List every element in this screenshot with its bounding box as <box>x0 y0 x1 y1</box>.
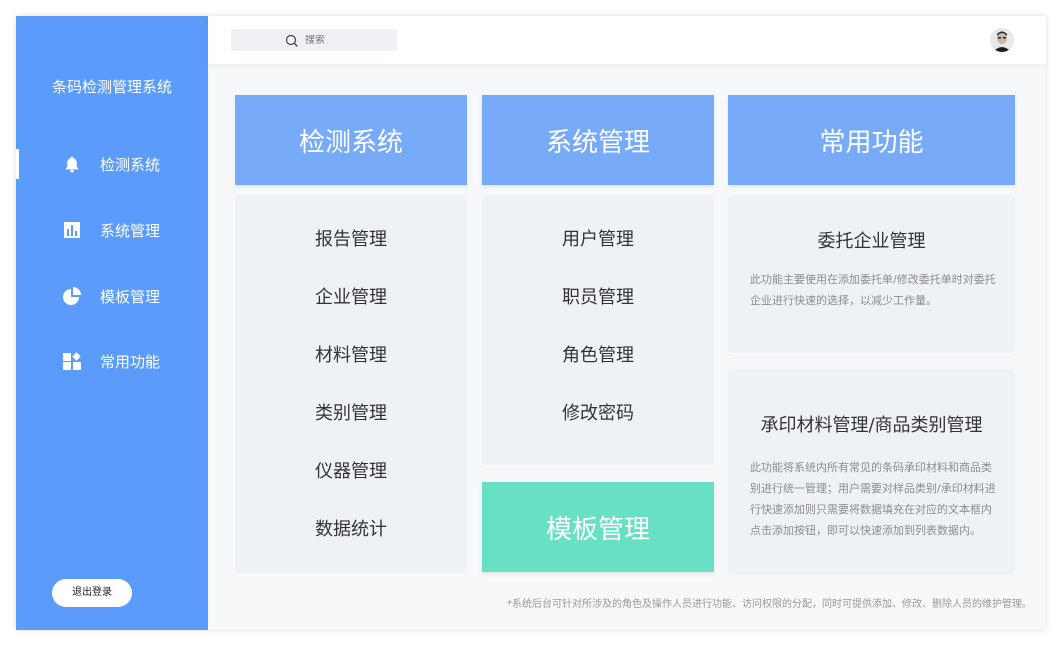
list-item-staff[interactable]: 职员管理 <box>482 283 714 309</box>
list-item-enterprise[interactable]: 企业管理 <box>235 283 467 309</box>
sidebar-item-detection[interactable]: 检测系统 <box>62 149 160 179</box>
entrusted-enterprise-card[interactable]: 委托企业管理 此功能主要使用在添加委托单/修改委托单时对委托企业进行快速的选择，… <box>728 195 1015 353</box>
list-item-users[interactable]: 用户管理 <box>482 225 714 251</box>
active-indicator <box>16 149 19 179</box>
template-management-card[interactable]: 模板管理 <box>482 482 714 572</box>
sidebar-item-label: 模板管理 <box>100 287 161 306</box>
list-item-statistics[interactable]: 数据统计 <box>235 515 467 541</box>
search-input[interactable] <box>305 34 385 46</box>
logout-button[interactable]: 退出登录 <box>52 579 132 607</box>
system-management-panel: 用户管理 职员管理 角色管理 修改密码 <box>482 195 714 465</box>
pie-chart-icon <box>62 286 82 306</box>
list-item-category[interactable]: 类别管理 <box>235 399 467 425</box>
sidebar-item-template[interactable]: 模板管理 <box>62 281 160 311</box>
card-description: 此功能主要使用在添加委托单/修改委托单时对委托企业进行快速的选择，以减少工作量。 <box>750 273 996 307</box>
list-item-change-password[interactable]: 修改密码 <box>482 399 714 425</box>
sidebar-item-label: 系统管理 <box>100 221 161 240</box>
list-item-roles[interactable]: 角色管理 <box>482 341 714 367</box>
list-item-material[interactable]: 材料管理 <box>235 341 467 367</box>
sidebar-item-system[interactable]: 系统管理 <box>62 215 160 245</box>
search-box[interactable] <box>231 29 397 51</box>
sidebar-item-label: 检测系统 <box>100 155 161 174</box>
detection-system-panel: 报告管理 企业管理 材料管理 类别管理 仪器管理 数据统计 <box>235 195 467 573</box>
detection-system-header[interactable]: 检测系统 <box>235 95 467 185</box>
sidebar-item-common[interactable]: 常用功能 <box>62 346 160 376</box>
apps-icon <box>62 351 82 371</box>
top-bar <box>208 16 1046 64</box>
material-category-card[interactable]: 承印材料管理/商品类别管理 此功能将系统内所有常见的条码承印材料和商品类别进行统… <box>728 369 1015 575</box>
list-item-instrument[interactable]: 仪器管理 <box>235 457 467 483</box>
sidebar: 条码检测管理系统 检测系统 系统管理 模板管理 常用功能 退出登录 <box>16 16 208 630</box>
system-management-header[interactable]: 系统管理 <box>482 95 714 185</box>
list-item-report[interactable]: 报告管理 <box>235 225 467 251</box>
card-title: 承印材料管理/商品类别管理 <box>760 415 983 436</box>
sidebar-item-label: 常用功能 <box>100 352 161 371</box>
bell-icon <box>62 154 82 174</box>
footnote: *系统后台可针对所涉及的角色及操作人员进行功能、访问权限的分配，同时可提供添加、… <box>507 599 1032 610</box>
bar-chart-icon <box>62 220 82 240</box>
brand-title: 条码检测管理系统 <box>51 78 172 96</box>
card-title: 委托企业管理 <box>817 231 926 252</box>
avatar[interactable] <box>990 28 1014 52</box>
search-icon <box>285 33 299 47</box>
card-description: 此功能将系统内所有常见的条码承印材料和商品类别进行统一管理；用户需要对样品类别/… <box>750 461 996 537</box>
common-functions-header[interactable]: 常用功能 <box>728 95 1015 185</box>
